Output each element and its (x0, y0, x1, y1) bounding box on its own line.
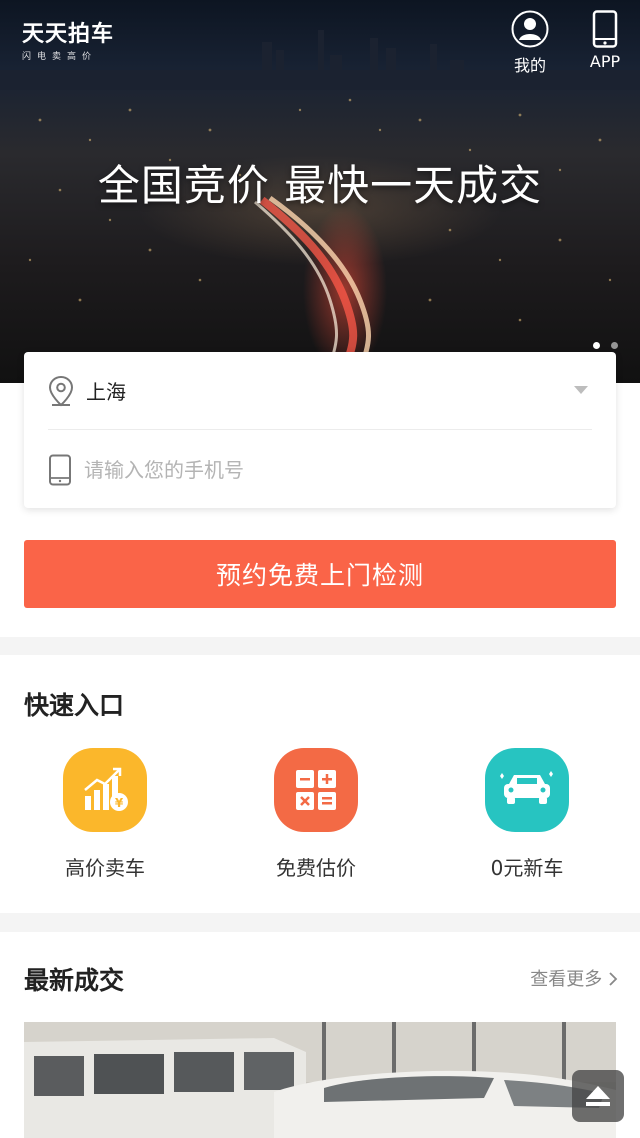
app-download-button[interactable]: APP (575, 10, 635, 71)
chevron-down-icon (574, 386, 588, 394)
brand-tagline: 闪电卖高价 (22, 52, 98, 62)
deal-car-photo[interactable] (24, 1022, 616, 1138)
carousel-dot-1[interactable] (592, 342, 600, 349)
phone-icon (592, 10, 618, 48)
app-root: 天天拍车 闪电卖高价 我的 APP 全国竞价 最快一天成交 上海 请输入您的手机… (0, 0, 640, 1138)
phone-number-input[interactable] (84, 458, 544, 482)
my-account-label: 我的 (513, 56, 546, 75)
view-more-label: 查看更多 (530, 969, 603, 990)
calculator-icon (296, 770, 336, 810)
quick-new-car-label: 0元新车 (490, 856, 564, 880)
city-selector[interactable]: 上海 (48, 352, 592, 430)
my-account-button[interactable]: 我的 (500, 10, 560, 76)
brand-name: 天天拍车 (22, 22, 115, 47)
sparkle-car-icon (500, 771, 553, 804)
brand-logo[interactable]: 天天拍车 闪电卖高价 (22, 16, 114, 62)
location-pin-icon (48, 375, 74, 406)
quick-free-valuation-label: 免费估价 (276, 856, 356, 880)
hero-headline: 全国竞价 最快一天成交 (97, 161, 543, 210)
mobile-phone-icon (49, 454, 71, 486)
booking-form: 上海 (24, 352, 616, 508)
chevron-right-icon (609, 972, 618, 986)
latest-deals-section: 最新成交 查看更多 (0, 932, 640, 1138)
carousel-dot-2[interactable] (611, 342, 618, 349)
quick-new-car-icon-bg (485, 748, 569, 832)
quick-sell-car-icon-bg: ¥ (63, 748, 147, 832)
parked-cars-image (24, 1022, 616, 1138)
svg-text:¥: ¥ (115, 796, 124, 810)
quick-free-valuation-icon-bg (274, 748, 358, 832)
app-download-label: APP (589, 52, 621, 71)
back-to-top-button[interactable] (572, 1070, 624, 1122)
view-more-link[interactable]: 查看更多 (530, 965, 618, 991)
chart-coin-icon: ¥ (84, 767, 128, 811)
quick-entry-section: 快速入口 ¥ 高价卖车 免费估价 0元新车 (0, 655, 640, 913)
hero-banner[interactable]: 天天拍车 闪电卖高价 我的 APP 全国竞价 最快一天成交 (0, 0, 640, 383)
book-inspection-button[interactable]: 预约免费上门检测 (24, 540, 616, 608)
quick-new-car[interactable]: 0元新车 (452, 748, 602, 881)
quick-free-valuation[interactable]: 免费估价 (241, 748, 391, 881)
eject-up-icon (586, 1086, 610, 1106)
user-icon (511, 10, 549, 48)
carousel-indicator (587, 334, 618, 353)
quick-sell-car-label: 高价卖车 (65, 856, 145, 880)
city-value: 上海 (86, 380, 126, 404)
phone-row (48, 431, 592, 509)
latest-deals-title: 最新成交 (24, 966, 125, 995)
quick-entry-title: 快速入口 (24, 691, 125, 720)
quick-sell-car[interactable]: ¥ 高价卖车 (30, 748, 180, 881)
